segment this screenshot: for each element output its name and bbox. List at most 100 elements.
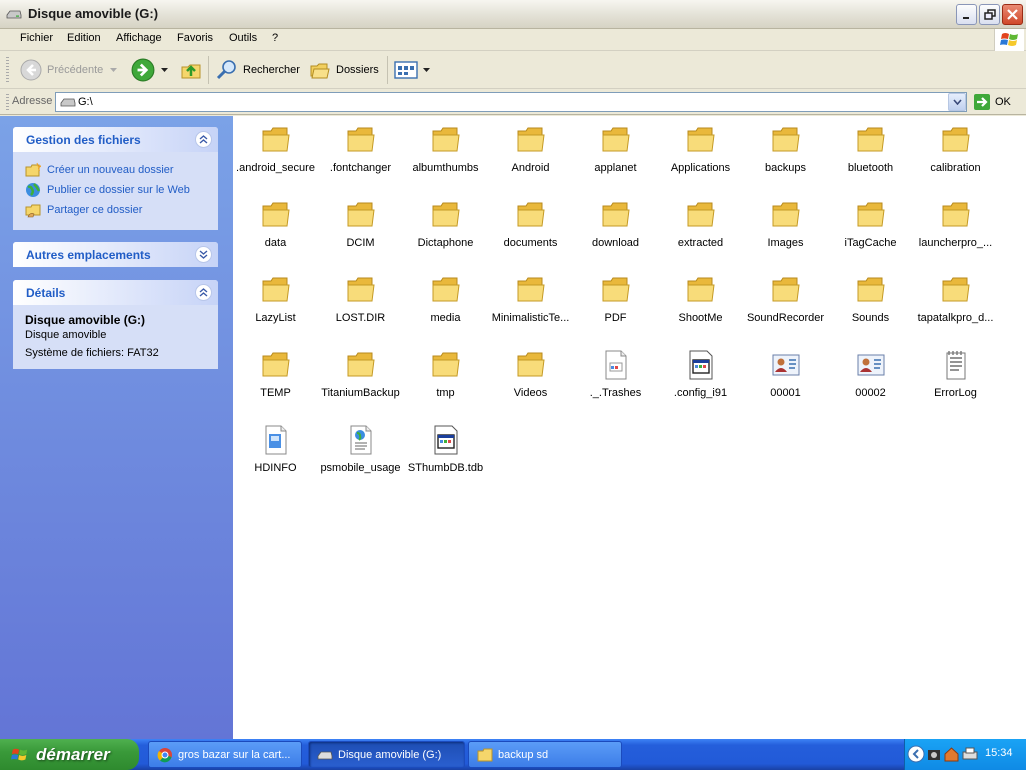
folder-item[interactable]: .android_secure (233, 124, 318, 174)
item-label: .config_i91 (673, 387, 728, 399)
folder-item[interactable]: LazyList (233, 274, 318, 324)
address-dropdown-button[interactable] (948, 93, 966, 111)
folder-item[interactable]: bluetooth (828, 124, 913, 174)
close-button[interactable] (1002, 4, 1023, 25)
folder-item[interactable]: LOST.DIR (318, 274, 403, 324)
file-item[interactable]: psmobile_usage (318, 424, 403, 474)
tray-expand-icon[interactable] (907, 745, 925, 763)
menu-favoris[interactable]: Favoris (175, 32, 215, 44)
go-label: OK (995, 96, 1011, 108)
restore-button[interactable] (979, 4, 1000, 25)
menu-affichage[interactable]: Affichage (114, 32, 164, 44)
folder-item[interactable]: iTagCache (828, 199, 913, 249)
file-tasks-body: Créer un nouveau dossier Publier ce doss… (13, 152, 218, 230)
folder-item[interactable]: backups (743, 124, 828, 174)
folder-item[interactable]: TitaniumBackup (318, 349, 403, 399)
menu-outils[interactable]: Outils (227, 32, 259, 44)
minimize-button[interactable] (956, 4, 977, 25)
task-publish-web[interactable]: Publier ce dossier sur le Web (25, 180, 206, 200)
folder-icon (940, 274, 972, 306)
views-button[interactable] (394, 57, 430, 83)
home-tray-icon[interactable] (944, 746, 959, 762)
folder-item[interactable]: media (403, 274, 488, 324)
folder-item[interactable]: ShootMe (658, 274, 743, 324)
folder-item[interactable]: albumthumbs (403, 124, 488, 174)
chrome-icon (157, 747, 172, 762)
task-share-folder[interactable]: Partager ce dossier (25, 200, 206, 220)
item-label: LazyList (255, 312, 296, 324)
folder-item[interactable]: MinimalisticTe... (488, 274, 573, 324)
folder-item[interactable]: calibration (913, 124, 998, 174)
up-folder-button[interactable] (180, 57, 202, 83)
go-button[interactable]: OK (973, 93, 1011, 111)
task-label: Publier ce dossier sur le Web (47, 184, 190, 196)
taskbar-item-explorer[interactable]: Disque amovible (G:) (308, 741, 465, 768)
folder-item[interactable]: Applications (658, 124, 743, 174)
file-item[interactable]: SThumbDB.tdb (403, 424, 488, 474)
menu-edition[interactable]: Edition (65, 32, 103, 44)
task-label: Partager ce dossier (47, 204, 143, 216)
system-tray: 15:34 (904, 739, 1026, 770)
folder-item[interactable]: tmp (403, 349, 488, 399)
file-list[interactable]: .android_secure .fontchanger albumthumbs An… (233, 116, 1026, 739)
taskbar-item-browser[interactable]: gros bazar sur la cart... (148, 741, 302, 768)
task-new-folder[interactable]: Créer un nouveau dossier (25, 160, 206, 180)
forward-dropdown[interactable] (161, 57, 168, 83)
file-tasks-header[interactable]: Gestion des fichiers (13, 127, 218, 152)
folders-button[interactable]: Dossiers (309, 57, 379, 83)
address-grip[interactable] (6, 94, 9, 110)
folder-item[interactable]: documents (488, 199, 573, 249)
taskbar-item-folder[interactable]: backup sd (468, 741, 622, 768)
file-item[interactable]: ._.Trashes (573, 349, 658, 399)
folder-item[interactable]: .fontchanger (318, 124, 403, 174)
details-header[interactable]: Détails (13, 280, 218, 305)
file-item[interactable]: .config_i91 (658, 349, 743, 399)
contact-card-icon (855, 349, 887, 381)
back-dropdown[interactable] (110, 57, 117, 83)
folder-item[interactable]: launcherpro_... (913, 199, 998, 249)
taskbar-item-label: Disque amovible (G:) (338, 748, 442, 761)
collapse-icon[interactable] (195, 284, 212, 301)
folder-item[interactable]: PDF (573, 274, 658, 324)
search-button[interactable]: Rechercher (216, 57, 300, 83)
address-input[interactable]: G:\ (55, 92, 967, 112)
folder-item[interactable]: data (233, 199, 318, 249)
folder-item[interactable]: Dictaphone (403, 199, 488, 249)
folder-item[interactable]: Sounds (828, 274, 913, 324)
expand-icon[interactable] (195, 246, 212, 263)
file-item[interactable]: 00001 (743, 349, 828, 399)
start-button[interactable]: démarrer (0, 739, 139, 770)
menu-fichier[interactable]: Fichier (18, 32, 55, 44)
printer-tray-icon[interactable] (962, 746, 978, 762)
folder-item[interactable]: tapatalkpro_d... (913, 274, 998, 324)
back-button[interactable]: Précédente (20, 57, 103, 83)
collapse-icon[interactable] (195, 131, 212, 148)
folder-icon (260, 349, 292, 381)
item-label: 00001 (770, 387, 801, 399)
item-label: media (430, 312, 461, 324)
chevron-down-icon (161, 68, 168, 72)
item-label: 00002 (855, 387, 886, 399)
details-title: Détails (26, 286, 66, 300)
other-places-header[interactable]: Autres emplacements (13, 242, 218, 267)
folder-item[interactable]: applanet (573, 124, 658, 174)
folder-item[interactable]: Videos (488, 349, 573, 399)
file-item[interactable]: ErrorLog (913, 349, 998, 399)
forward-button[interactable] (131, 57, 155, 83)
folder-item[interactable]: Images (743, 199, 828, 249)
folder-icon (430, 124, 462, 156)
folder-item[interactable]: download (573, 199, 658, 249)
folder-icon (515, 274, 547, 306)
folder-item[interactable]: DCIM (318, 199, 403, 249)
folder-item[interactable]: TEMP (233, 349, 318, 399)
file-item[interactable]: 00002 (828, 349, 913, 399)
file-item[interactable]: HDINFO (233, 424, 318, 474)
folder-icon (430, 274, 462, 306)
toolbar-grip[interactable] (6, 57, 9, 83)
folder-item[interactable]: Android (488, 124, 573, 174)
folder-item[interactable]: extracted (658, 199, 743, 249)
folder-item[interactable]: SoundRecorder (743, 274, 828, 324)
menu-help[interactable]: ? (270, 32, 280, 44)
folder-icon (260, 199, 292, 231)
camera-tray-icon[interactable] (927, 746, 941, 762)
